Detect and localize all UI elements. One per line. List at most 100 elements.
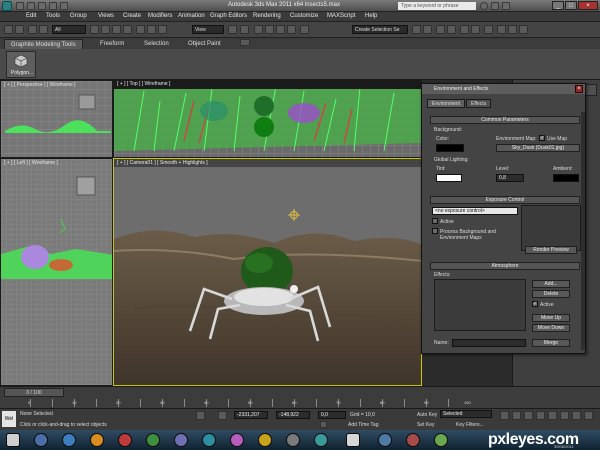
atmosphere-rollout[interactable]: Atmosphere [430, 262, 580, 270]
render-setup-icon[interactable] [497, 25, 506, 34]
maximize-viewport-icon[interactable] [584, 411, 593, 420]
menu-help[interactable]: Help [365, 13, 377, 19]
reference-coord-dropdown[interactable]: View [192, 25, 224, 34]
viewport-left-label[interactable]: [ + ] [ Left ] [ Wireframe ] [4, 160, 58, 166]
move-icon[interactable] [136, 25, 145, 34]
menu-tools[interactable]: Tools [46, 13, 60, 19]
app-icon[interactable] [378, 433, 392, 447]
layer-manager-icon[interactable] [436, 25, 445, 34]
name-field[interactable] [452, 339, 526, 347]
viewport-top[interactable]: [ + ] [ Perspective ] [ Wireframe ] [0, 80, 113, 158]
active-effect-checkbox[interactable]: ✓ [532, 301, 538, 307]
go-to-start-icon[interactable] [500, 411, 509, 420]
menu-group[interactable]: Group [70, 13, 87, 19]
tab-freeform[interactable]: Freeform [94, 39, 130, 49]
selection-filter-dropdown[interactable]: All [52, 25, 86, 34]
move-down-button[interactable]: Move Down [532, 324, 570, 332]
exposure-dropdown[interactable]: <no exposure control> [432, 207, 518, 215]
app-icon[interactable] [202, 433, 216, 447]
environment-map-button[interactable]: Sky_Dusk (Dusk01.jpg) [496, 144, 580, 152]
menu-modifiers[interactable]: Modifiers [148, 13, 172, 19]
menu-edit[interactable]: Edit [26, 13, 36, 19]
rotate-icon[interactable] [147, 25, 156, 34]
app-icon[interactable] [118, 433, 132, 447]
render-icon[interactable] [519, 25, 528, 34]
app-icon[interactable] [174, 433, 188, 447]
dialog-scrollbar[interactable] [581, 112, 585, 350]
maxscript-listener-icon[interactable]: Wel [2, 411, 16, 427]
menu-rendering[interactable]: Rendering [253, 13, 281, 19]
angle-snap-icon[interactable] [265, 25, 274, 34]
effects-list[interactable] [434, 279, 526, 331]
app-icon[interactable] [258, 433, 272, 447]
next-frame-icon[interactable] [536, 411, 545, 420]
use-map-checkbox[interactable]: ✓ [539, 135, 545, 141]
viewport-top-label[interactable]: [ + ] [ Perspective ] [ Wireframe ] [4, 82, 76, 88]
delete-button[interactable]: Delete [532, 290, 570, 298]
viewport-camera[interactable]: [ + ] [ Camera01 ] [ Smooth + Highlights… [113, 158, 422, 386]
pivot-icon[interactable] [228, 25, 237, 34]
rendered-frame-icon[interactable] [508, 25, 517, 34]
time-tag-icon[interactable] [320, 421, 327, 428]
region-select-icon[interactable] [112, 25, 121, 34]
move-up-button[interactable]: Move Up [532, 314, 570, 322]
play-icon[interactable] [524, 411, 533, 420]
unlink-icon[interactable] [39, 25, 48, 34]
media-icon[interactable] [90, 433, 104, 447]
app-icon[interactable] [434, 433, 448, 447]
polygon-modeling-button[interactable]: Polygon... [6, 51, 36, 78]
minimize-button[interactable]: _ [552, 1, 564, 10]
app-icon[interactable] [286, 433, 300, 447]
app-icon[interactable] [314, 433, 328, 447]
undo-icon[interactable] [4, 25, 13, 34]
start-icon[interactable] [6, 433, 20, 447]
maximize-button[interactable]: □ [565, 1, 577, 10]
add-button[interactable]: Add... [532, 280, 570, 288]
zoom-icon[interactable] [560, 411, 569, 420]
lock-icon[interactable] [196, 411, 205, 420]
percent-snap-icon[interactable] [276, 25, 285, 34]
explorer-icon[interactable] [62, 433, 76, 447]
z-coordinate[interactable]: 0,0 [318, 411, 346, 419]
3dsmax-icon[interactable] [346, 433, 360, 447]
ribbon-toggle-icon[interactable] [240, 39, 250, 46]
selected-dropdown[interactable]: Selected [440, 410, 492, 418]
ambient-color-swatch[interactable] [553, 174, 579, 182]
tab-graphite-modeling[interactable]: Graphite Modeling Tools [4, 39, 83, 49]
common-parameters-rollout[interactable]: Common Parameters [430, 116, 580, 124]
new-icon[interactable] [16, 2, 24, 10]
snap-icon[interactable] [254, 25, 263, 34]
x-coordinate[interactable]: -2331,207 [234, 411, 268, 419]
schematic-view-icon[interactable] [471, 25, 480, 34]
save-icon[interactable] [38, 2, 46, 10]
app-icon[interactable] [146, 433, 160, 447]
menu-animation[interactable]: Animation [178, 13, 205, 19]
search-input[interactable]: Type a keyword or phrase [398, 2, 476, 10]
tint-color-swatch[interactable] [436, 174, 462, 182]
render-preview-button[interactable]: Render Preview [525, 246, 577, 254]
close-button[interactable]: × [578, 1, 598, 10]
tab-environment[interactable]: Environment [427, 99, 466, 108]
absolute-mode-icon[interactable] [218, 411, 227, 420]
ie-icon[interactable] [34, 433, 48, 447]
active-checkbox[interactable] [432, 218, 438, 224]
star-icon[interactable] [491, 2, 499, 10]
process-bg-checkbox[interactable] [432, 228, 438, 234]
align-icon[interactable] [423, 25, 432, 34]
edit-named-selection-icon[interactable] [300, 25, 309, 34]
spinner-snap-icon[interactable] [287, 25, 296, 34]
link-icon[interactable] [28, 25, 37, 34]
tab-selection[interactable]: Selection [138, 39, 175, 49]
menu-views[interactable]: Views [98, 13, 114, 19]
undo-icon[interactable] [49, 2, 57, 10]
menu-graph-editors[interactable]: Graph Editors [210, 13, 247, 19]
window-crossing-icon[interactable] [123, 25, 132, 34]
curve-editor-icon[interactable] [460, 25, 469, 34]
help-icon[interactable] [502, 2, 510, 10]
level-spinner[interactable]: 0,8 [496, 174, 524, 182]
viewport-perspective[interactable]: [ + ] [ Top ] [ Wireframe ] [113, 80, 422, 158]
open-icon[interactable] [27, 2, 35, 10]
key-filters-button[interactable]: Key Filters... [456, 422, 484, 428]
tab-object-paint[interactable]: Object Paint [182, 39, 227, 49]
select-object-icon[interactable] [90, 25, 99, 34]
